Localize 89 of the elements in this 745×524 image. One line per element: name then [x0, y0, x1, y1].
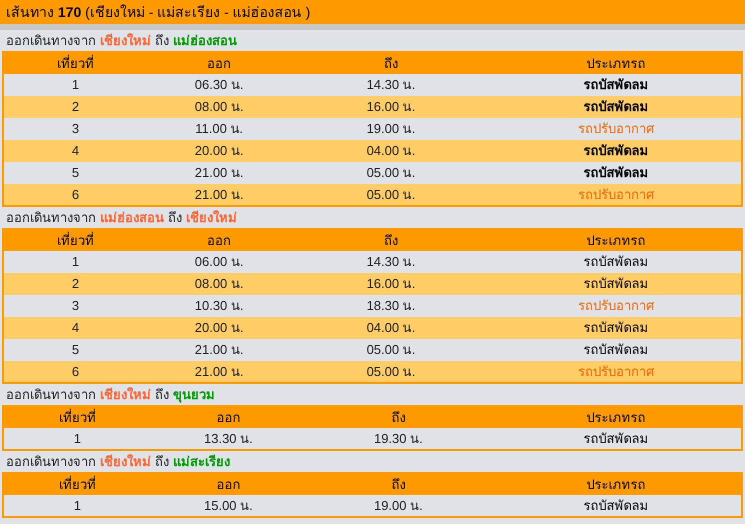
- table-cell: 05.00 น.: [291, 339, 491, 361]
- column-header: ประเภทรถ: [490, 473, 742, 495]
- origin-name: เชียงใหม่: [100, 386, 151, 404]
- table-cell: 14.30 น.: [291, 251, 491, 273]
- table-cell: 3: [3, 295, 148, 317]
- table-cell: 20.00 น.: [147, 317, 292, 339]
- table-cell: 16.00 น.: [291, 96, 491, 118]
- table-cell: 1: [3, 495, 151, 517]
- table-cell: 04.00 น.: [291, 317, 491, 339]
- column-header: ประเภทรถ: [490, 52, 742, 74]
- column-header: เที่ยวที่: [3, 52, 148, 74]
- destination-name: แม่สะเรียง: [173, 453, 230, 472]
- table-cell: 06.00 น.: [147, 251, 292, 273]
- column-header: ออก: [147, 229, 292, 251]
- table-cell: 21.00 น.: [147, 184, 292, 206]
- table-cell: รถบัสพัดลม: [490, 74, 742, 96]
- origin-name: แม่ฮ่องสอน: [100, 209, 164, 228]
- route-label: ถึง: [155, 32, 169, 50]
- table-cell: รถบัสพัดลม: [490, 96, 742, 118]
- table-cell: รถบัสพัดลม: [490, 162, 742, 184]
- table-cell: 5: [3, 162, 148, 184]
- table-cell: 05.00 น.: [291, 361, 491, 383]
- table-cell: 11.00 น.: [147, 118, 292, 140]
- route-label: ออกเดินทางจาก: [6, 209, 96, 228]
- table-cell: 21.00 น.: [147, 339, 292, 361]
- table-cell: รถบัสพัดลม: [490, 339, 742, 361]
- column-header: เที่ยวที่: [3, 473, 151, 495]
- table-cell: 21.00 น.: [147, 162, 292, 184]
- table-cell: 14.30 น.: [291, 74, 491, 96]
- table-cell: รถปรับอากาศ: [490, 361, 742, 383]
- table-cell: 2: [3, 273, 148, 295]
- origin-name: เชียงใหม่: [100, 32, 151, 50]
- table-cell: รถบัสพัดลม: [490, 317, 742, 339]
- table-cell: 04.00 น.: [291, 140, 491, 162]
- table-cell: 18.30 น.: [291, 295, 491, 317]
- origin-name: เชียงใหม่: [100, 453, 151, 472]
- column-header: ถึง: [306, 406, 491, 428]
- table-cell: 08.00 น.: [147, 273, 292, 295]
- table-cell: รถบัสพัดลม: [490, 495, 742, 517]
- column-header: เที่ยวที่: [3, 229, 148, 251]
- route-label: ออกเดินทางจาก: [6, 453, 96, 472]
- route-label: ถึง: [155, 386, 169, 404]
- table-cell: 2: [3, 96, 148, 118]
- table-cell: 19.00 น.: [291, 118, 491, 140]
- column-header: ประเภทรถ: [490, 406, 742, 428]
- table-cell: รถบัสพัดลม: [490, 251, 742, 273]
- table-cell: 19.00 น.: [306, 495, 491, 517]
- table-cell: 08.00 น.: [147, 96, 292, 118]
- column-header: เที่ยวที่: [3, 406, 151, 428]
- page-title: เส้นทาง 170 (เชียงใหม่ - แม่สะเรียง - แม่ฮ่องสอน ): [0, 0, 745, 24]
- table-cell: 1: [3, 428, 151, 450]
- table-cell: 20.00 น.: [147, 140, 292, 162]
- table-cell: รถบัสพัดลม: [490, 273, 742, 295]
- route-label: ถึง: [168, 209, 182, 228]
- table-cell: 1: [3, 74, 148, 96]
- table-cell: รถปรับอากาศ: [490, 295, 742, 317]
- table-cell: 1: [3, 251, 148, 273]
- route-label: ออกเดินทางจาก: [6, 386, 96, 404]
- table-cell: 05.00 น.: [291, 162, 491, 184]
- route-label: ถึง: [155, 453, 169, 472]
- table-cell: 19.30 น.: [306, 428, 491, 450]
- destination-name: แม่ฮ่องสอน: [173, 32, 237, 50]
- table-cell: 16.00 น.: [291, 273, 491, 295]
- table-cell: 06.30 น.: [147, 74, 292, 96]
- table-cell: 4: [3, 317, 148, 339]
- table-cell: 13.30 น.: [150, 428, 306, 450]
- table-cell: 05.00 น.: [291, 184, 491, 206]
- table-cell: 10.30 น.: [147, 295, 292, 317]
- table-cell: 15.00 น.: [150, 495, 306, 517]
- route-label: ออกเดินทางจาก: [6, 32, 96, 50]
- table-cell: รถปรับอากาศ: [490, 184, 742, 206]
- table-cell: 5: [3, 339, 148, 361]
- table-cell: 4: [3, 140, 148, 162]
- column-header: ออก: [147, 52, 292, 74]
- table-cell: 21.00 น.: [147, 361, 292, 383]
- table-cell: รถบัสพัดลม: [490, 140, 742, 162]
- destination-name: เชียงใหม่: [186, 209, 237, 228]
- column-header: ประเภทรถ: [490, 229, 742, 251]
- table-cell: 6: [3, 184, 148, 206]
- table-cell: 3: [3, 118, 148, 140]
- column-header: ถึง: [306, 473, 491, 495]
- column-header: ออก: [150, 473, 306, 495]
- column-header: ออก: [150, 406, 306, 428]
- table-cell: 6: [3, 361, 148, 383]
- column-header: ถึง: [291, 52, 491, 74]
- destination-name: ขุนยวม: [173, 386, 215, 405]
- column-header: ถึง: [291, 229, 491, 251]
- table-cell: รถบัสพัดลม: [490, 428, 742, 450]
- table-cell: รถปรับอากาศ: [490, 118, 742, 140]
